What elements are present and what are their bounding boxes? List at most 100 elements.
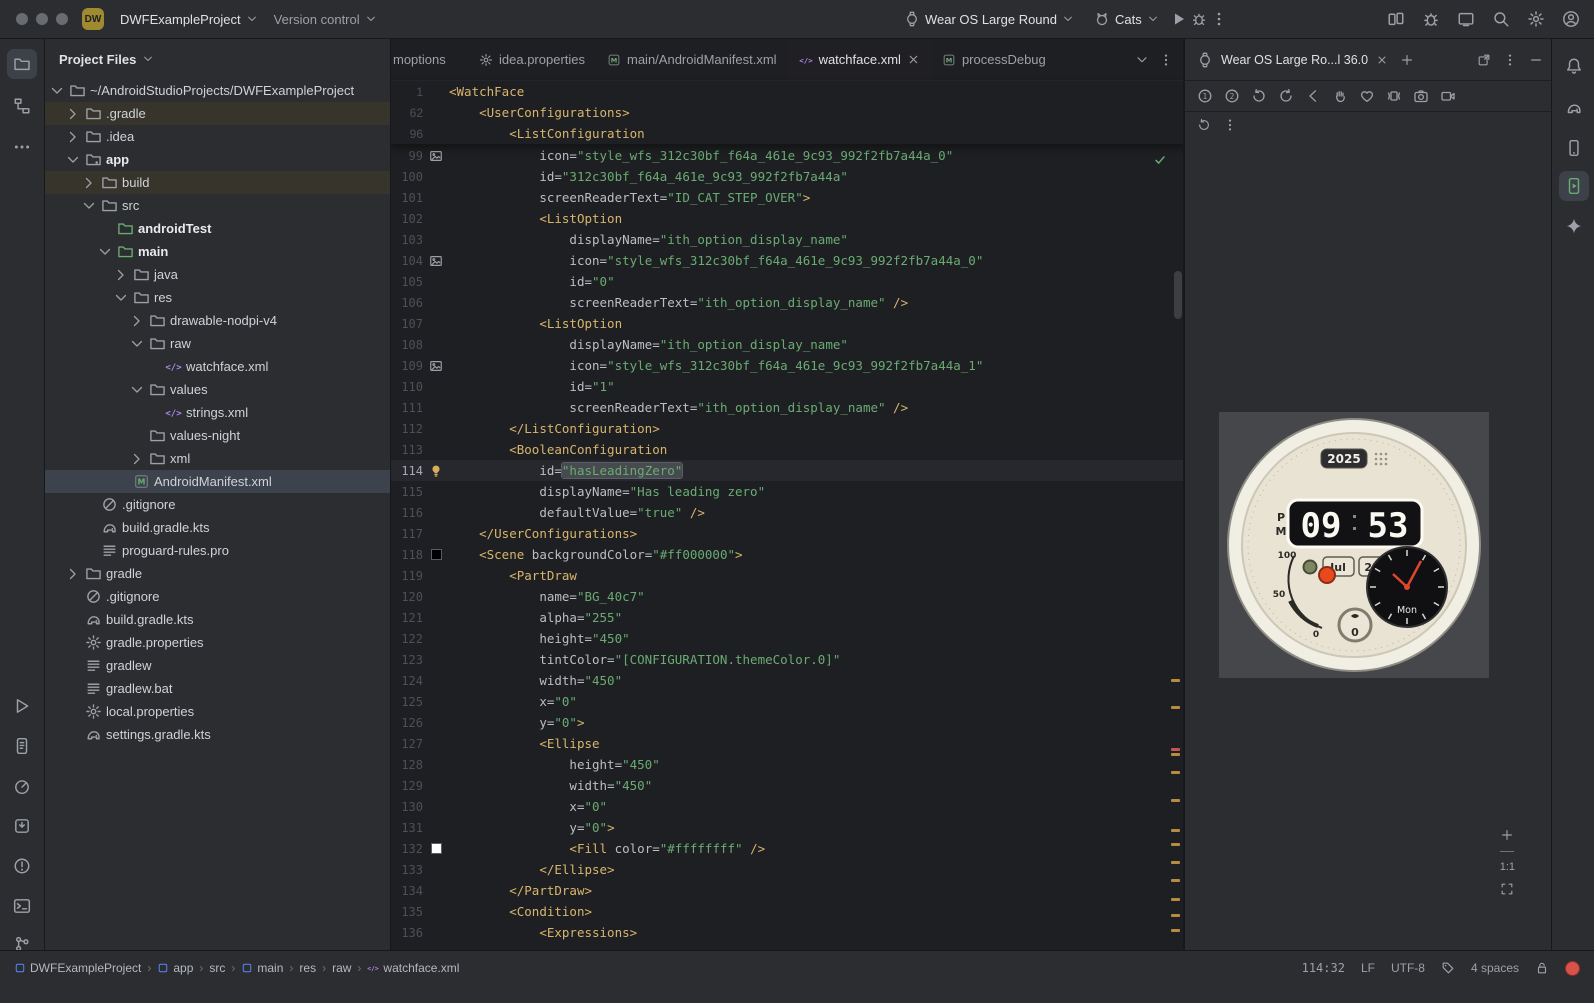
tree-item[interactable]: gradlew [45, 654, 390, 677]
code-line[interactable]: 109 icon="style_wfs_312c30bf_f64a_461e_9… [391, 355, 1183, 376]
code-line[interactable]: 125 x="0" [391, 691, 1183, 712]
device-screen[interactable]: 2025 P M 09 53 Jul 21 [1219, 412, 1489, 678]
breadcrumb-item[interactable]: res [299, 961, 316, 975]
zoom-in-button[interactable] [1500, 828, 1514, 842]
problems-tool-icon[interactable] [7, 851, 37, 881]
tree-item[interactable]: ~/AndroidStudioProjects/DWFExampleProjec… [45, 79, 390, 102]
tree-item[interactable]: </> strings.xml [45, 401, 390, 424]
code-line[interactable]: 135 <Condition> [391, 901, 1183, 922]
add-device-tab-icon[interactable] [1400, 53, 1414, 67]
tree-item[interactable]: src [45, 194, 390, 217]
tree-item[interactable]: proguard-rules.pro [45, 539, 390, 562]
tilt-icon[interactable] [1386, 88, 1402, 104]
code-line[interactable]: 113 <BooleanConfiguration [391, 439, 1183, 460]
more-tool-windows-icon[interactable] [7, 132, 37, 162]
chevron-down-icon[interactable] [65, 152, 81, 168]
chevron-down-icon[interactable] [81, 198, 97, 214]
code-line[interactable]: 117 </UserConfigurations> [391, 523, 1183, 544]
code-line[interactable]: 136 <Expressions> [391, 922, 1183, 943]
breadcrumb-item[interactable]: </> watchface.xml [367, 961, 460, 975]
minimize-window-button[interactable] [36, 13, 48, 25]
analysis-stripe-mark[interactable] [1171, 861, 1180, 864]
device-mirroring-icon[interactable] [1457, 10, 1475, 28]
analysis-stripe-mark[interactable] [1171, 771, 1180, 774]
gemini-tool-icon[interactable] [1559, 211, 1589, 241]
code-line[interactable]: 103 displayName="ith_option_display_name… [391, 229, 1183, 250]
bulb-gutter-icon[interactable] [423, 464, 449, 478]
close-tab-icon[interactable] [907, 53, 920, 66]
profiler-tool-icon[interactable] [7, 771, 37, 801]
code-line[interactable]: 62 <UserConfigurations> [391, 102, 1183, 123]
structure-tool-icon[interactable] [7, 91, 37, 121]
chevron-right-icon[interactable] [129, 451, 145, 467]
code-area[interactable]: 99 icon="style_wfs_312c30bf_f64a_461e_9c… [391, 145, 1183, 950]
code-line[interactable]: 105 id="0" [391, 271, 1183, 292]
tree-item[interactable]: build [45, 171, 390, 194]
code-line[interactable]: 127 <Ellipse [391, 733, 1183, 754]
heart-rate-icon[interactable] [1359, 88, 1375, 104]
chevron-down-icon[interactable] [129, 336, 145, 352]
chevron-right-icon[interactable] [65, 106, 81, 122]
reset-view-icon[interactable] [1197, 118, 1211, 132]
terminal-tool-icon[interactable] [7, 891, 37, 921]
chevron-right-icon[interactable] [129, 313, 145, 329]
screen-record-icon[interactable] [1440, 88, 1456, 104]
code-line[interactable]: 110 id="1" [391, 376, 1183, 397]
breadcrumb-item[interactable]: main [241, 961, 283, 975]
chevron-down-icon[interactable] [142, 53, 154, 65]
palm-gesture-icon[interactable] [1332, 88, 1348, 104]
analysis-stripe-mark[interactable] [1171, 799, 1180, 802]
analysis-stripe-mark[interactable] [1171, 914, 1180, 917]
editor-scrollbar[interactable] [1174, 271, 1182, 319]
tab-options-icon[interactable] [1159, 53, 1173, 67]
inspections-ok-icon[interactable] [1153, 153, 1167, 167]
chevron-down-icon[interactable] [113, 290, 129, 306]
analysis-stripe-mark[interactable] [1171, 706, 1180, 709]
settings-icon[interactable] [1527, 10, 1545, 28]
zoom-ratio-label[interactable]: 1:1 [1500, 861, 1515, 873]
zoom-window-button[interactable] [56, 13, 68, 25]
debug-button[interactable] [1191, 11, 1207, 27]
tree-item[interactable]: main [45, 240, 390, 263]
code-line[interactable]: 102 <ListOption [391, 208, 1183, 229]
tree-item[interactable]: drawable-nodpi-v4 [45, 309, 390, 332]
tag-icon[interactable] [1441, 961, 1455, 975]
device-manager-tool-icon[interactable] [1559, 133, 1589, 163]
project-menu[interactable]: DWFExampleProject [112, 8, 266, 31]
code-line[interactable]: 128 height="450" [391, 754, 1183, 775]
breadcrumb-item[interactable]: app [157, 961, 193, 975]
code-line[interactable]: 131 y="0"> [391, 817, 1183, 838]
tree-item[interactable]: gradlew.bat [45, 677, 390, 700]
tree-item[interactable]: settings.gradle.kts [45, 723, 390, 746]
code-line[interactable]: 119 <PartDraw [391, 565, 1183, 586]
code-line[interactable]: 108 displayName="ith_option_display_name… [391, 334, 1183, 355]
chevron-down-icon[interactable] [49, 83, 65, 99]
chevron-down-icon[interactable] [129, 382, 145, 398]
code-line[interactable]: 122 height="450" [391, 628, 1183, 649]
code-line[interactable]: 126 y="0"> [391, 712, 1183, 733]
more-device-options-icon[interactable] [1223, 118, 1237, 132]
code-line[interactable]: 115 displayName="Has leading zero" [391, 481, 1183, 502]
tree-item[interactable]: gradle [45, 562, 390, 585]
code-line[interactable]: 129 width="450" [391, 775, 1183, 796]
close-device-tab-icon[interactable] [1376, 54, 1388, 66]
code-line[interactable]: 123 tintColor="[CONFIGURATION.themeColor… [391, 649, 1183, 670]
code-line[interactable]: 132 <Fill color="#ffffffff" /> [391, 838, 1183, 859]
more-run-actions-icon[interactable] [1211, 11, 1227, 27]
zoom-out-button[interactable] [1500, 851, 1515, 852]
lock-icon[interactable] [1535, 961, 1549, 975]
chevron-right-icon[interactable] [65, 566, 81, 582]
code-line[interactable]: 99 icon="style_wfs_312c30bf_f64a_461e_9c… [391, 145, 1183, 166]
code-line[interactable]: 116 defaultValue="true" /> [391, 502, 1183, 523]
device-tab-label[interactable]: Wear OS Large Ro...l 36.0 [1221, 53, 1368, 67]
gradle-tool-icon[interactable] [1559, 93, 1589, 123]
chevron-right-icon[interactable] [81, 175, 97, 191]
editor-tab[interactable]: MprocessDebug [931, 39, 1057, 80]
code-line[interactable]: 120 name="BG_40c7" [391, 586, 1183, 607]
code-line[interactable]: 96 <ListConfiguration [391, 123, 1183, 144]
code-line[interactable]: 107 <ListOption [391, 313, 1183, 334]
search-icon[interactable] [1492, 10, 1510, 28]
intention-bulb-icon[interactable] [429, 464, 443, 478]
run-config-selector[interactable]: Cats [1086, 7, 1167, 31]
hidden-tabs-icon[interactable] [1135, 53, 1149, 67]
